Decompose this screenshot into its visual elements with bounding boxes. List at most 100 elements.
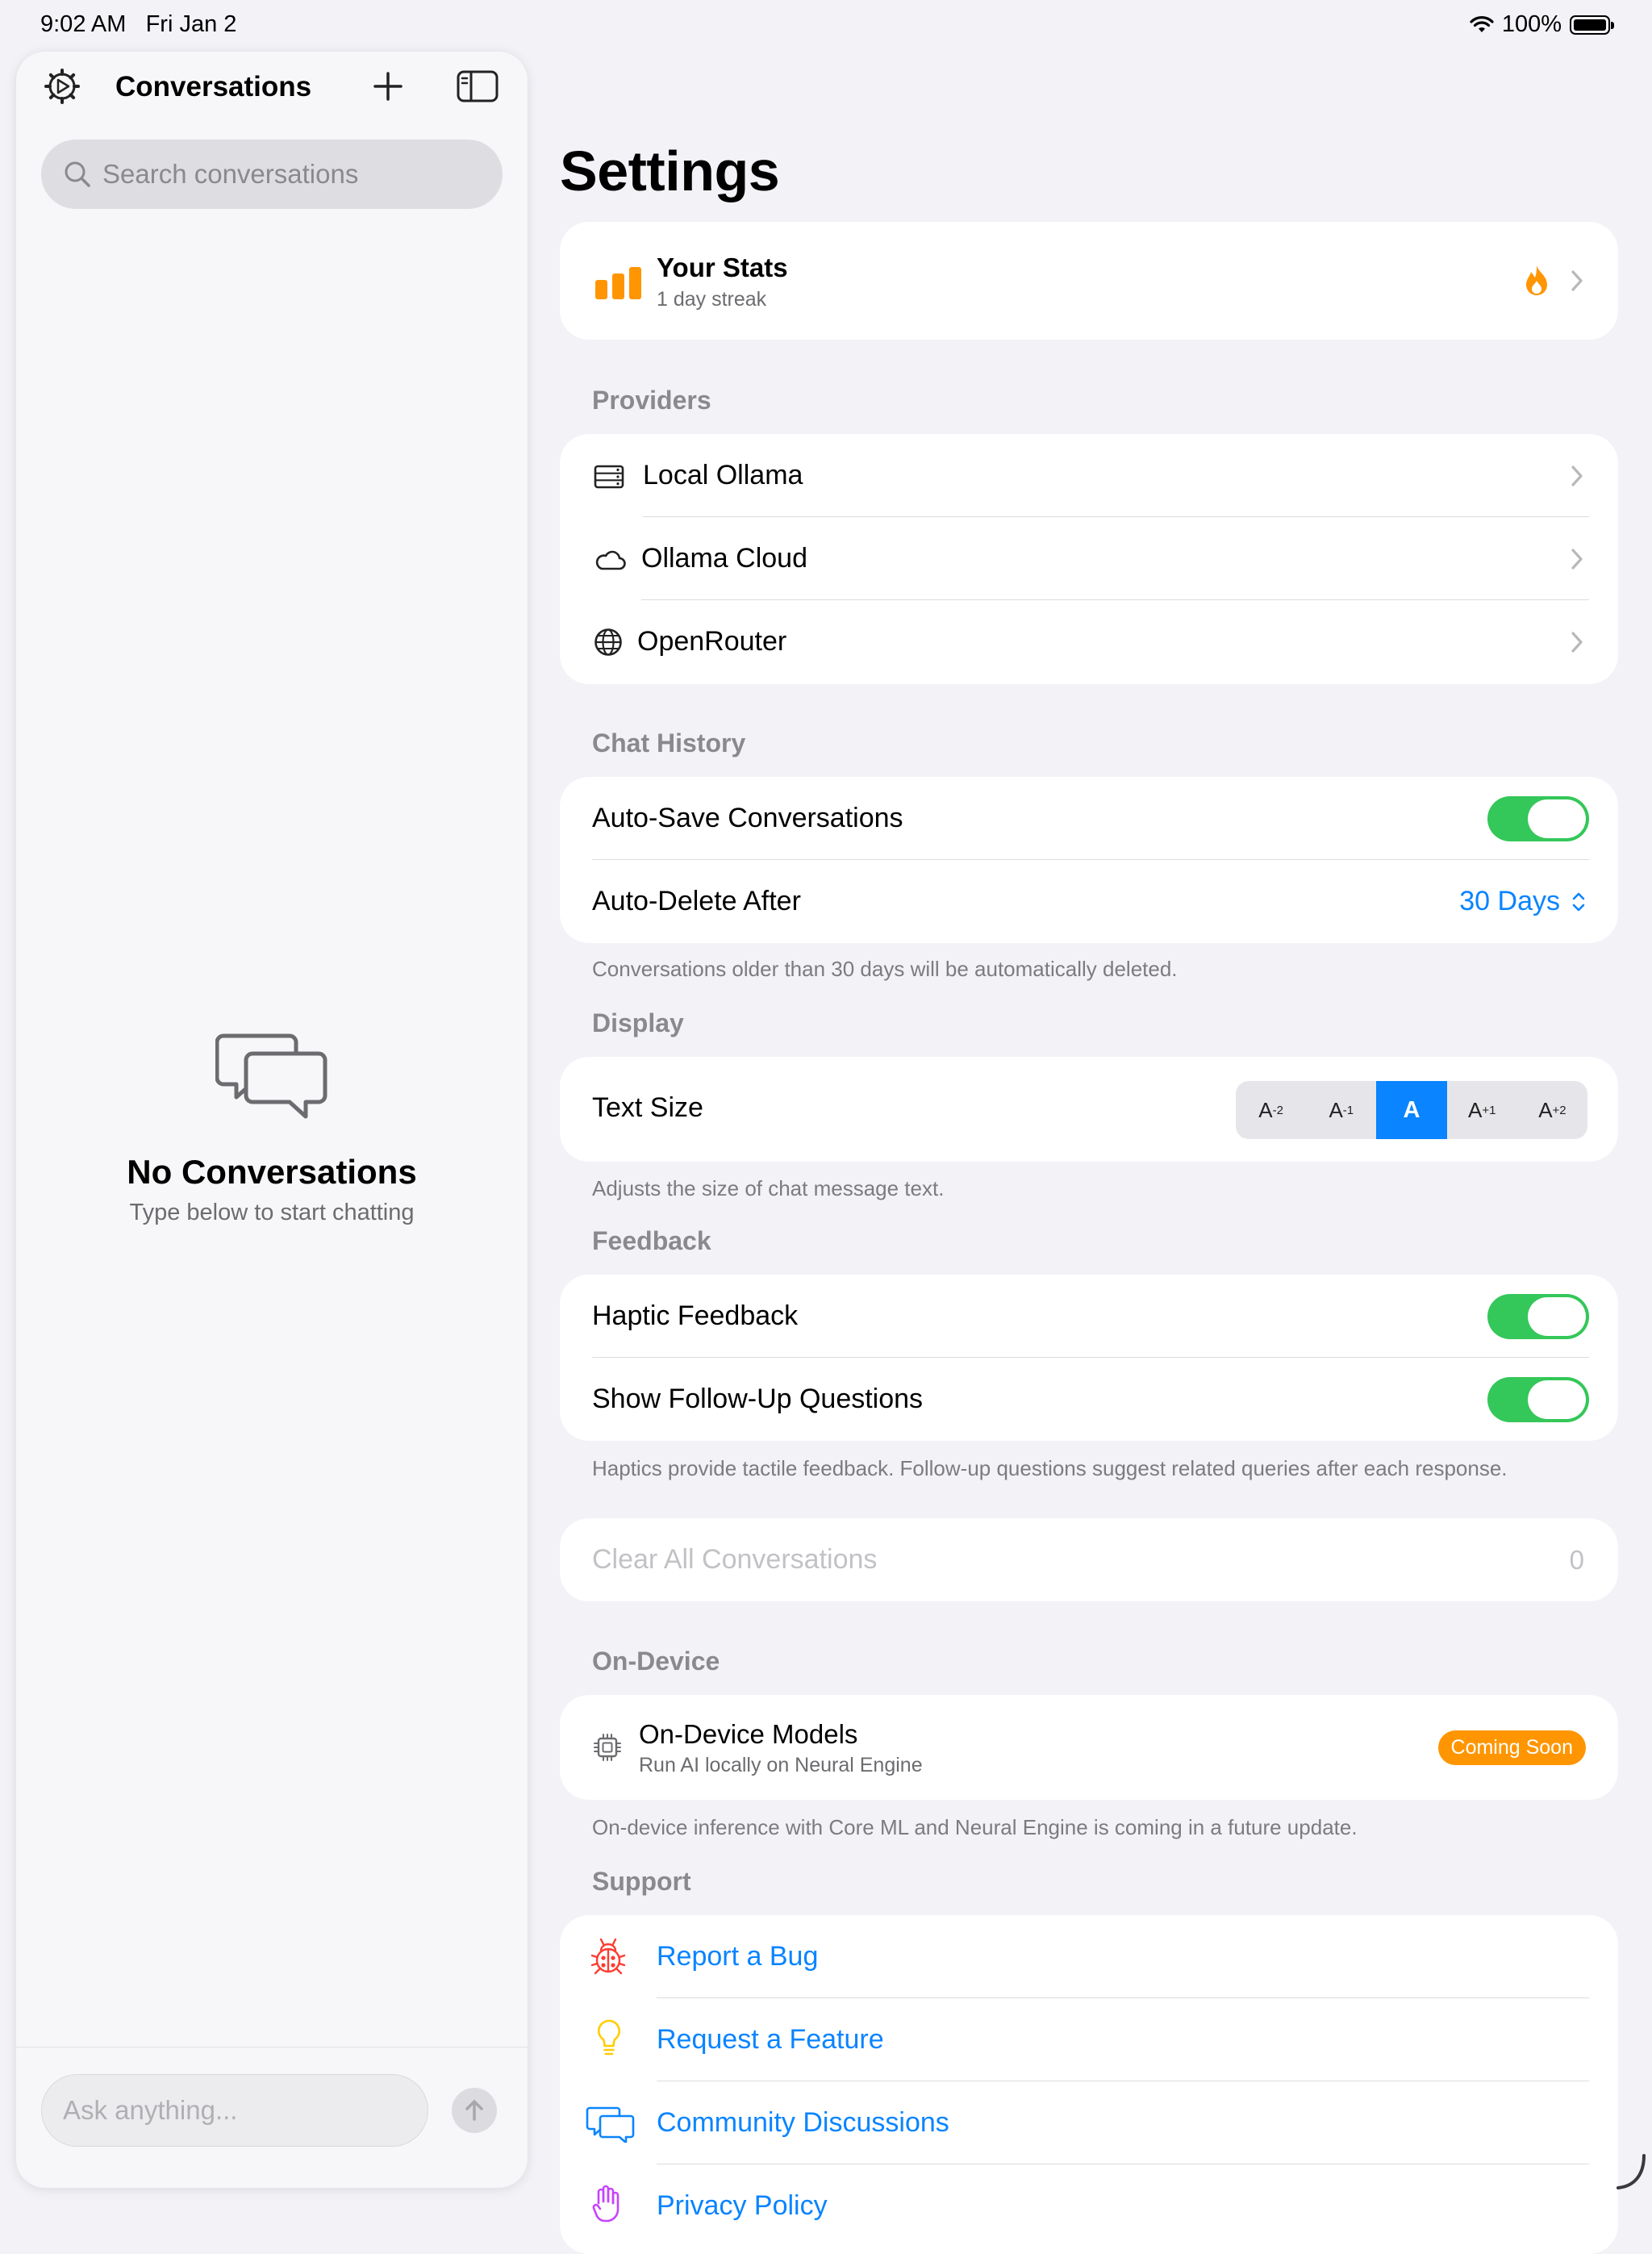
provider-row-openrouter[interactable]: OpenRouter xyxy=(560,600,1618,683)
on-device-footnote: On-device inference with Core ML and Neu… xyxy=(592,1815,1358,1839)
section-header-support: Support xyxy=(592,1867,691,1896)
battery-icon xyxy=(1570,15,1614,35)
haptic-label: Haptic Feedback xyxy=(592,1300,799,1331)
search-field[interactable] xyxy=(41,140,503,209)
status-bar-time: 9:02 AM Fri Jan 2 xyxy=(40,11,236,38)
chevron-right-icon xyxy=(1571,548,1583,570)
new-conversation-plus-icon[interactable] xyxy=(369,68,407,105)
auto-save-label: Auto-Save Conversations xyxy=(592,803,903,833)
search-input[interactable] xyxy=(101,158,483,190)
chevron-right-icon xyxy=(1571,631,1583,653)
haptic-row: Haptic Feedback xyxy=(560,1275,1618,1358)
display-footnote: Adjusts the size of chat message text. xyxy=(592,1176,945,1200)
text-size-option-minus-2[interactable]: A -2 xyxy=(1236,1081,1306,1139)
hand-icon xyxy=(592,2185,620,2223)
support-row-report-bug[interactable]: Report a Bug xyxy=(560,1915,1618,1998)
feedback-card: Haptic Feedback Show Follow-Up Questions xyxy=(560,1275,1618,1441)
haptic-toggle[interactable] xyxy=(1487,1293,1589,1339)
status-time: 9:02 AM xyxy=(40,11,127,37)
text-size-option-plus-1[interactable]: A +1 xyxy=(1447,1081,1517,1139)
bar-chart-icon xyxy=(595,267,641,299)
provider-label: OpenRouter xyxy=(637,626,787,657)
stats-subtitle: 1 day streak xyxy=(657,288,767,311)
globe-icon xyxy=(594,628,622,656)
followup-toggle[interactable] xyxy=(1487,1376,1589,1422)
text-size-label: Text Size xyxy=(592,1092,703,1123)
providers-card: Local Ollama Ollama Cloud OpenRouter xyxy=(560,434,1618,684)
text-size-option-minus-1[interactable]: A -1 xyxy=(1306,1081,1376,1139)
toggle-sidebar-icon[interactable] xyxy=(455,68,500,105)
conversations-sidebar: Conversations No Conversations Type belo… xyxy=(16,52,528,2188)
settings-gear-icon[interactable] xyxy=(44,68,81,105)
text-size-option-plus-2[interactable]: A +2 xyxy=(1517,1081,1587,1139)
status-date: Fri Jan 2 xyxy=(145,11,237,37)
auto-delete-value[interactable]: 30 Days xyxy=(1459,886,1560,917)
send-button[interactable] xyxy=(452,2088,497,2133)
chevron-right-icon xyxy=(1571,270,1583,291)
chevron-right-icon xyxy=(1571,465,1583,486)
section-header-feedback: Feedback xyxy=(592,1226,711,1255)
sidebar-header: Conversations xyxy=(16,52,528,121)
support-label: Report a Bug xyxy=(657,1941,819,1972)
followup-row: Show Follow-Up Questions xyxy=(560,1358,1618,1441)
ladybug-icon xyxy=(590,1938,626,1975)
clear-conversations-label: Clear All Conversations xyxy=(592,1544,878,1575)
chat-history-footnote: Conversations older than 30 days will be… xyxy=(592,957,1178,981)
clear-conversations-card: Clear All Conversations 0 xyxy=(560,1518,1618,1601)
cloud-icon xyxy=(595,550,626,570)
section-header-providers: Providers xyxy=(592,386,711,415)
server-icon xyxy=(594,465,624,489)
support-row-privacy[interactable]: Privacy Policy xyxy=(560,2164,1618,2248)
text-size-segmented-control[interactable]: A -2 A -1 A A +1 A +2 xyxy=(1236,1081,1587,1139)
chat-bubbles-icon xyxy=(586,2106,635,2143)
flame-icon xyxy=(1526,265,1547,295)
chat-history-card: Auto-Save Conversations Auto-Delete Afte… xyxy=(560,777,1618,943)
support-label: Community Discussions xyxy=(657,2107,949,2138)
provider-label: Ollama Cloud xyxy=(641,543,807,574)
ask-input[interactable] xyxy=(61,2094,403,2127)
conversation-count: 0 xyxy=(1569,1544,1584,1575)
auto-delete-label: Auto-Delete After xyxy=(592,886,801,916)
text-size-option-default[interactable]: A xyxy=(1376,1081,1447,1139)
feedback-footnote: Haptics provide tactile feedback. Follow… xyxy=(592,1456,1508,1480)
on-device-subtitle: Run AI locally on Neural Engine xyxy=(639,1754,923,1776)
on-device-title: On-Device Models xyxy=(639,1719,858,1749)
support-row-community[interactable]: Community Discussions xyxy=(560,2081,1618,2164)
section-header-chat-history: Chat History xyxy=(592,728,746,758)
display-card: Text Size A -2 A -1 A A +1 A +2 xyxy=(560,1057,1618,1162)
chevron-up-down-icon xyxy=(1572,892,1585,912)
battery-percent: 100% xyxy=(1501,11,1562,37)
section-header-on-device: On-Device xyxy=(592,1647,720,1676)
arrow-up-icon xyxy=(465,2099,483,2121)
empty-title: No Conversations xyxy=(127,1153,417,1191)
clear-conversations-row[interactable]: Clear All Conversations 0 xyxy=(560,1518,1618,1601)
status-bar-right: 100% xyxy=(1470,11,1614,38)
stats-title: Your Stats xyxy=(657,253,788,282)
provider-row-ollama-cloud[interactable]: Ollama Cloud xyxy=(560,517,1618,600)
provider-label: Local Ollama xyxy=(643,460,803,490)
ask-field[interactable] xyxy=(41,2074,428,2147)
stats-card[interactable]: Your Stats 1 day streak xyxy=(560,222,1618,340)
wifi-icon xyxy=(1470,15,1494,32)
auto-delete-row[interactable]: Auto-Delete After 30 Days xyxy=(560,860,1618,943)
provider-row-local-ollama[interactable]: Local Ollama xyxy=(560,434,1618,517)
followup-label: Show Follow-Up Questions xyxy=(592,1384,924,1414)
cpu-icon xyxy=(594,1734,621,1761)
coming-soon-badge: Coming Soon xyxy=(1437,1730,1586,1765)
search-icon xyxy=(65,161,90,187)
auto-save-row: Auto-Save Conversations xyxy=(560,777,1618,860)
support-card: Report a Bug Request a Feature Community… xyxy=(560,1915,1618,2254)
resize-handle-icon[interactable] xyxy=(1615,2152,1647,2191)
empty-subtitle: Type below to start chatting xyxy=(129,1200,415,1225)
page-title: Settings xyxy=(560,140,780,202)
empty-state: No Conversations Type below to start cha… xyxy=(16,1029,528,1226)
support-label: Request a Feature xyxy=(657,2024,884,2055)
section-header-display: Display xyxy=(592,1008,684,1037)
support-label: Privacy Policy xyxy=(657,2190,828,2221)
on-device-card: On-Device Models Run AI locally on Neura… xyxy=(560,1695,1618,1800)
support-row-request-feature[interactable]: Request a Feature xyxy=(560,1998,1618,2081)
chat-bubbles-icon xyxy=(215,1033,327,1119)
lightbulb-icon xyxy=(598,2019,620,2056)
auto-save-toggle[interactable] xyxy=(1487,795,1589,841)
sidebar-title: Conversations xyxy=(115,71,312,102)
